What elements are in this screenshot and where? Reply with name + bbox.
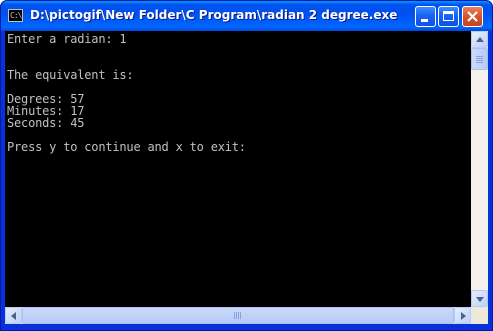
console-line: Seconds: 45 (7, 116, 85, 130)
console-icon-text: C:\ (10, 11, 22, 20)
console-output[interactable]: Enter a radian: 1 The equivalent is: Deg… (5, 31, 471, 307)
arrow-left-icon (11, 312, 16, 320)
close-button[interactable] (462, 6, 483, 27)
minimize-icon (421, 19, 428, 22)
vertical-scrollbar[interactable] (471, 31, 488, 307)
console-window: C:\ D:\pictogif\New Folder\C Program\rad… (0, 0, 493, 331)
grip-icon (476, 58, 483, 59)
horizontal-scroll-thumb[interactable] (22, 307, 454, 324)
console-line: Press y to continue and x to exit: (7, 140, 246, 154)
console-line: Enter a radian: 1 (7, 32, 127, 46)
arrow-up-icon (476, 37, 484, 42)
vertical-scroll-thumb[interactable] (471, 48, 488, 70)
grip-icon (236, 312, 237, 319)
maximize-button[interactable] (438, 6, 459, 27)
window-title: D:\pictogif\New Folder\C Program\radian … (30, 8, 398, 22)
scroll-left-button[interactable] (5, 307, 22, 324)
title-bar[interactable]: C:\ D:\pictogif\New Folder\C Program\rad… (1, 1, 492, 31)
scroll-down-button[interactable] (471, 290, 488, 307)
grip-icon (476, 60, 483, 61)
minimize-button[interactable] (415, 6, 436, 27)
console-line: The equivalent is: (7, 68, 134, 82)
scroll-right-button[interactable] (454, 307, 471, 324)
grip-icon (234, 312, 235, 319)
console-icon[interactable]: C:\ (8, 9, 23, 22)
maximize-icon (443, 11, 454, 21)
scrollbar-corner (471, 307, 488, 324)
grip-icon (476, 62, 483, 63)
grip-icon (238, 312, 239, 319)
close-icon (467, 11, 478, 22)
scroll-up-button[interactable] (471, 31, 488, 48)
grip-icon (240, 312, 241, 319)
horizontal-scrollbar[interactable] (5, 307, 471, 324)
arrow-down-icon (476, 297, 484, 302)
arrow-right-icon (461, 312, 466, 320)
grip-icon (476, 56, 483, 57)
